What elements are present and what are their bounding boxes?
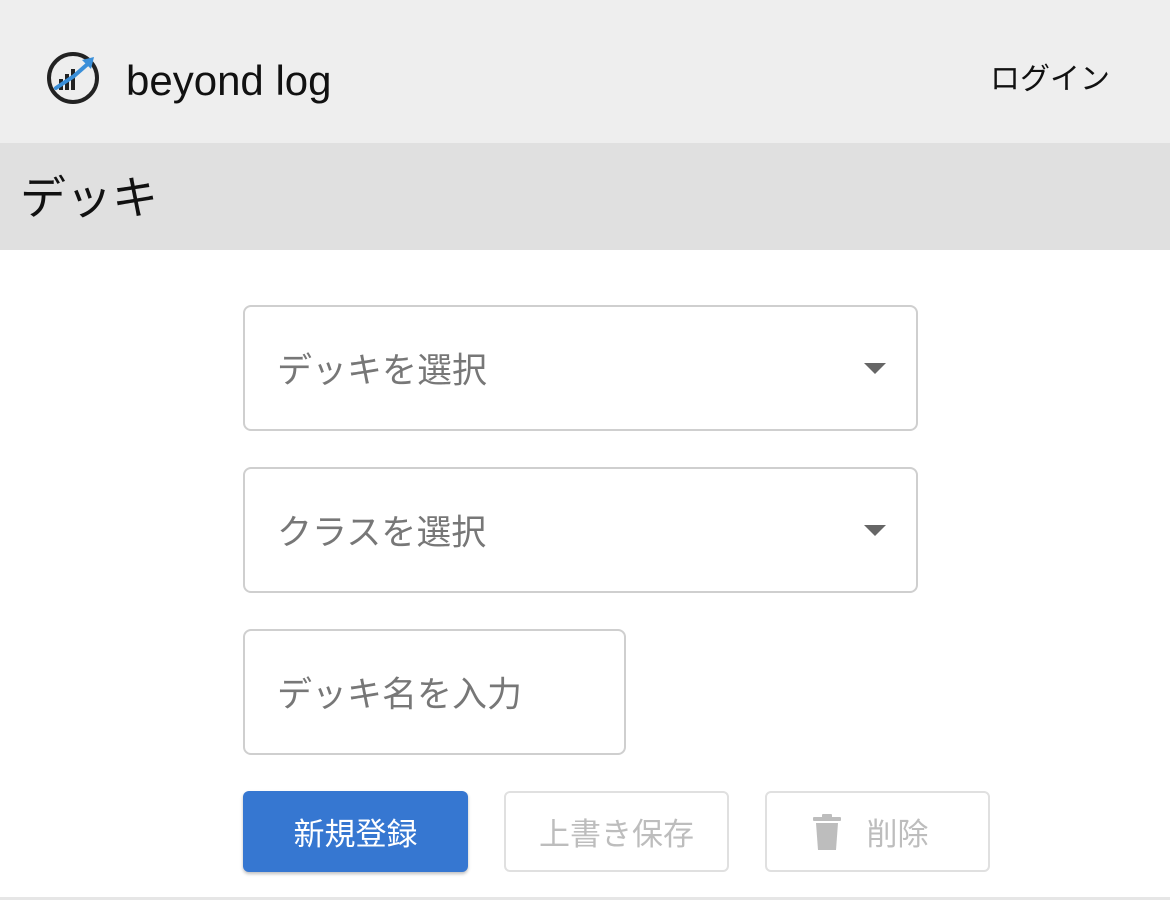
class-select[interactable]: クラスを選択 bbox=[243, 467, 918, 593]
trash-icon bbox=[812, 813, 841, 850]
deck-select-placeholder: デッキを選択 bbox=[277, 351, 488, 392]
app-header: beyond log ログイン bbox=[0, 0, 1170, 143]
overwrite-save-button[interactable]: 上書き保存 bbox=[504, 791, 729, 872]
brand-name[interactable]: beyond log bbox=[126, 56, 332, 106]
caret-down-icon bbox=[864, 363, 886, 374]
deck-name-input[interactable]: デッキ名を入力 bbox=[243, 629, 626, 755]
caret-down-icon bbox=[864, 525, 886, 536]
logo-icon[interactable] bbox=[44, 48, 102, 106]
class-select-placeholder: クラスを選択 bbox=[277, 513, 487, 554]
deck-select[interactable]: デッキを選択 bbox=[243, 305, 918, 431]
page-title-bar: デッキ bbox=[0, 143, 1170, 250]
deck-name-placeholder: デッキ名を入力 bbox=[277, 675, 523, 716]
register-button-label: 新規登録 bbox=[293, 817, 418, 853]
delete-button-label: 削除 bbox=[866, 817, 929, 853]
delete-button[interactable]: 削除 bbox=[765, 791, 990, 872]
page-title: デッキ bbox=[20, 171, 158, 225]
register-button[interactable]: 新規登録 bbox=[243, 791, 468, 872]
login-link[interactable]: ログイン bbox=[990, 60, 1110, 100]
overwrite-save-button-label: 上書き保存 bbox=[539, 817, 694, 853]
